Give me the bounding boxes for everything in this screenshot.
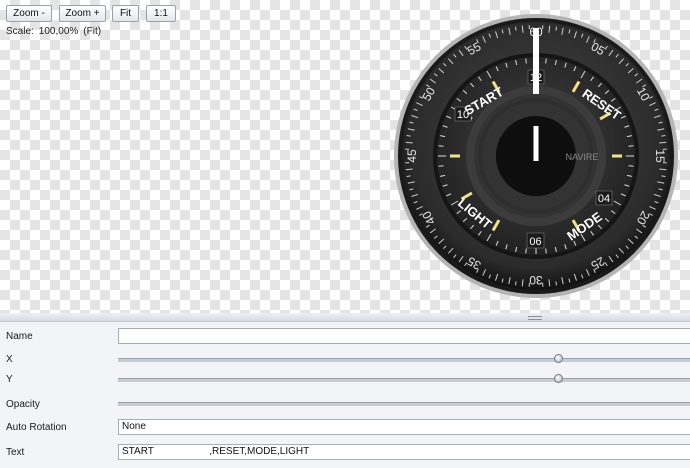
- bezel-number: 15: [653, 149, 667, 163]
- text-field[interactable]: START ,RESET,MODE,LIGHT: [118, 444, 690, 460]
- opacity-slider[interactable]: [118, 402, 690, 406]
- minute-hand: [533, 28, 539, 94]
- hour-hand: [533, 126, 539, 161]
- fit-button[interactable]: Fit: [112, 5, 139, 22]
- name-field[interactable]: [118, 328, 690, 344]
- y-slider[interactable]: [118, 378, 690, 382]
- bezel-tick: [555, 26, 557, 31]
- scale-value: 100,00%: [38, 26, 79, 37]
- name-label: Name: [6, 331, 33, 342]
- y-label: Y: [6, 374, 13, 385]
- zoom-in-button[interactable]: Zoom +: [59, 5, 106, 22]
- preview-canvas[interactable]: Zoom - Zoom + Fit 1:1 Scale: 100,00% (Fit)…: [0, 0, 690, 314]
- bezel-tick: [661, 135, 666, 137]
- minute-tick: [545, 248, 547, 254]
- prop-row-name: Name: [0, 325, 690, 348]
- y-slider-thumb[interactable]: [553, 374, 563, 383]
- svg-text:06: 06: [529, 236, 541, 248]
- scale-readout: Scale: 100,00% (Fit): [6, 26, 106, 37]
- one-to-one-button[interactable]: 1:1: [146, 5, 176, 22]
- svg-text:04: 04: [598, 193, 610, 205]
- bezel-tick: [661, 175, 666, 177]
- brand-text: NAVIRE: [566, 152, 599, 162]
- prop-row-auto-rotation: Auto Rotation None: [0, 416, 690, 439]
- bezel-number: 45: [405, 149, 419, 163]
- minute-tick: [545, 58, 547, 64]
- minute-tick: [438, 145, 444, 147]
- minute-tick: [628, 165, 634, 167]
- auto-rotation-label: Auto Rotation: [6, 422, 67, 433]
- bezel-number: 30: [529, 273, 543, 287]
- hour-marker-04: 04: [595, 190, 613, 206]
- divider-grip[interactable]: [528, 316, 542, 320]
- scale-label: Scale:: [6, 26, 34, 37]
- panel-divider[interactable]: [0, 313, 690, 322]
- bezel-tick: [406, 135, 411, 137]
- minute-tick: [628, 145, 634, 147]
- scale-mode: (Fit): [83, 26, 102, 37]
- auto-rotation-select[interactable]: None: [118, 419, 690, 435]
- watch-face[interactable]: 600510152025303540455055 12 04 06: [392, 10, 682, 302]
- bezel-tick: [555, 281, 557, 286]
- x-slider[interactable]: [118, 358, 690, 362]
- prop-row-text: Text START ,RESET,MODE,LIGHT: [0, 441, 690, 464]
- minute-tick: [525, 248, 527, 254]
- x-slider-thumb[interactable]: [553, 354, 563, 363]
- x-label: X: [6, 354, 13, 365]
- bezel-tick: [406, 175, 411, 177]
- property-panel: Name X Y Opacity Auto Rotation None Text…: [0, 322, 690, 468]
- bezel-tick: [515, 281, 517, 286]
- minute-tick: [525, 58, 527, 64]
- opacity-label: Opacity: [6, 399, 40, 410]
- text-label: Text: [6, 447, 25, 458]
- minute-tick: [438, 165, 444, 167]
- prop-row-y: Y: [0, 368, 690, 391]
- hour-marker-06: 06: [526, 232, 545, 249]
- bezel-tick: [515, 26, 517, 31]
- zoom-out-button[interactable]: Zoom -: [6, 5, 52, 22]
- prop-row-opacity: Opacity: [0, 393, 690, 416]
